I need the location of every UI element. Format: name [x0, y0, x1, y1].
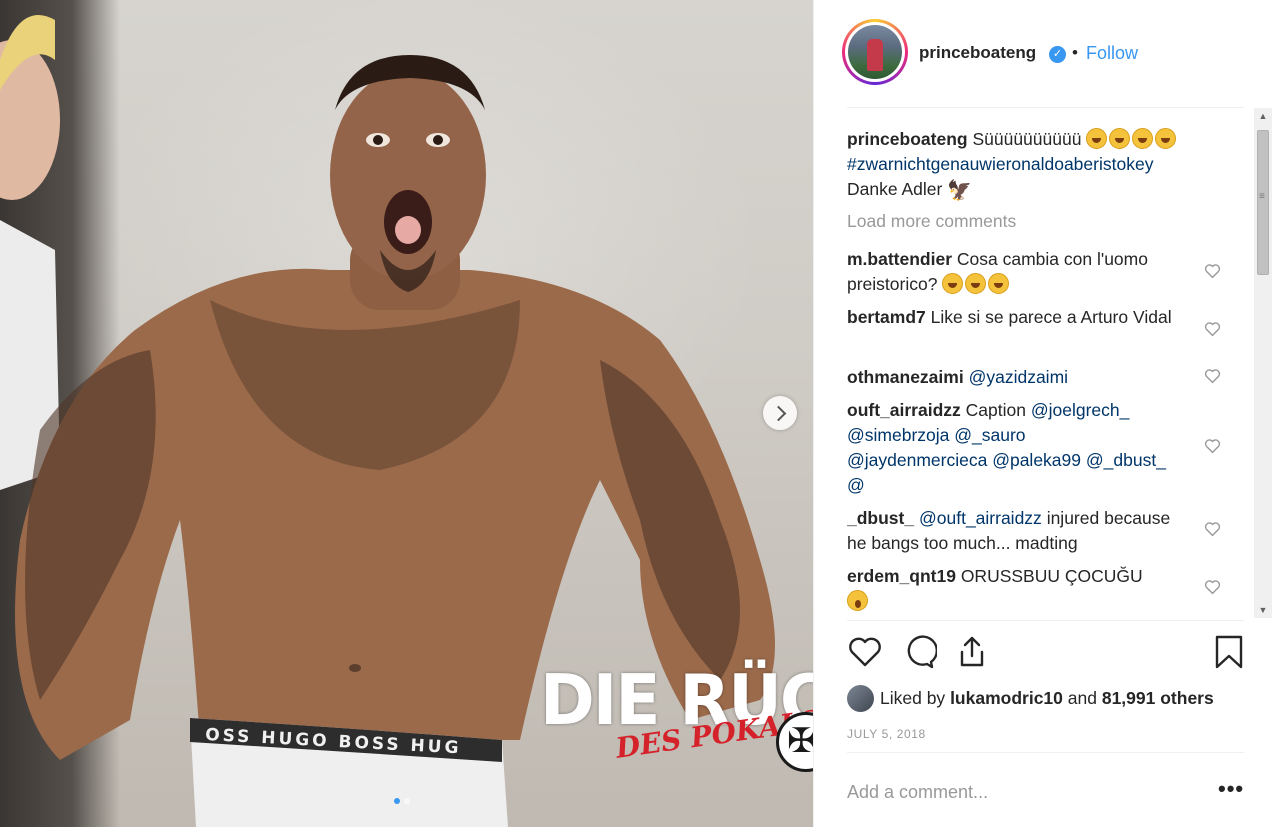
verified-badge-icon: ✓	[1049, 46, 1066, 63]
load-more-comments[interactable]: Load more comments	[847, 211, 1016, 232]
comment-username[interactable]: erdem_qnt19	[847, 566, 956, 586]
comment-username[interactable]: othmanezaimi	[847, 367, 964, 387]
comment-like-heart-icon[interactable]	[1204, 579, 1221, 595]
comment-username[interactable]: m.battendier	[847, 249, 952, 269]
navel	[349, 664, 361, 672]
post-date[interactable]: JULY 5, 2018	[847, 727, 926, 741]
caption-line3: Danke Adler	[847, 179, 943, 199]
divider	[847, 107, 1244, 108]
comment-mention[interactable]: @_dbust_	[1086, 450, 1166, 470]
comment-item: _dbust_ @ouft_airraidzz injured because …	[847, 506, 1192, 556]
carousel-dot-2	[404, 798, 410, 804]
comment-item: bertamd7 Like si se parece a Arturo Vida…	[847, 305, 1207, 330]
comment-text: Caption	[965, 400, 1026, 420]
comment-username[interactable]: ouft_airraidzz	[847, 400, 961, 420]
comment-mention[interactable]: @ouft_airraidzz	[919, 508, 1042, 528]
likes-summary: Liked by lukamodric10 and 81,991 others	[847, 683, 1214, 713]
comment-text: Like si se parece a Arturo Vidal	[930, 307, 1172, 327]
comment-like-heart-icon[interactable]	[1204, 438, 1221, 454]
caption: princeboateng Süüüüüüüüüü #zwarnichtgena…	[847, 127, 1217, 204]
share-icon[interactable]	[954, 634, 990, 670]
comment-mention[interactable]: @	[847, 475, 865, 495]
add-comment-input[interactable]	[847, 778, 1177, 806]
caption-emojis	[1086, 128, 1178, 149]
caption-username[interactable]: princeboateng	[847, 129, 968, 149]
post-header: princeboateng ✓ • Follow	[814, 0, 1280, 108]
header-separator: •	[1072, 43, 1078, 62]
scream-emoji	[847, 590, 868, 611]
more-options-icon[interactable]: •••	[1218, 776, 1244, 802]
comment-item: ouft_airraidzz Caption @joelgrech_ @sime…	[847, 398, 1197, 498]
comment-mention[interactable]: @_sauro	[954, 425, 1025, 445]
comment-like-heart-icon[interactable]	[1204, 321, 1221, 337]
comment-icon[interactable]	[901, 634, 937, 670]
comment-username[interactable]: _dbust_	[847, 508, 914, 528]
comment-mention[interactable]: @yazidzaimi	[969, 367, 1068, 387]
comment-item: m.battendier Cosa cambia con l'uomo prei…	[847, 247, 1207, 297]
comment-mention[interactable]: @jaydenmercieca	[847, 450, 987, 470]
comments-list[interactable]: princeboateng Süüüüüüüüüü #zwarnichtgena…	[847, 110, 1257, 620]
header-username[interactable]: princeboateng	[919, 43, 1036, 63]
liker-avatar[interactable]	[847, 684, 874, 712]
post-image[interactable]: OSS HUGO BOSS HUG DIE RÜCKKEH DES POKALS	[0, 0, 813, 827]
likes-middle: and	[1067, 687, 1097, 708]
comment-like-heart-icon[interactable]	[1204, 368, 1221, 384]
follow-button[interactable]: Follow	[1086, 43, 1138, 64]
carousel-indicator	[394, 798, 410, 804]
eagle-emoji: 🦅	[947, 180, 973, 202]
caption-hashtag[interactable]: #zwarnichtgenauwieronaldoaberistokey	[847, 154, 1153, 174]
action-bar	[847, 628, 1247, 678]
comment-like-heart-icon[interactable]	[1204, 521, 1221, 537]
comment-mention[interactable]: @joelgrech_	[1031, 400, 1130, 420]
likes-prefix: Liked by	[880, 687, 946, 708]
comment-emojis	[942, 273, 1011, 294]
comment-mention[interactable]: @simebrzoja	[847, 425, 949, 445]
comment-mention[interactable]: @paleka99	[992, 450, 1081, 470]
liker-username[interactable]: lukamodric10	[950, 688, 1063, 709]
comment-item: erdem_qnt19 ORUSSBUU ÇOCUĞU	[847, 564, 1207, 614]
comments-scrollbar[interactable]: ▲ ▼	[1254, 108, 1272, 618]
heart-icon[interactable]	[847, 634, 883, 670]
comment-item: othmanezaimi @yazidzaimi	[847, 365, 1207, 390]
caption-text: Süüüüüüüüüü	[972, 129, 1082, 149]
scrollbar-thumb[interactable]	[1257, 130, 1269, 275]
divider	[847, 752, 1244, 753]
scroll-down-arrow-icon[interactable]: ▼	[1254, 602, 1272, 618]
comment-text: ORUSSBUU ÇOCUĞU	[960, 566, 1143, 586]
divider	[847, 620, 1244, 621]
likes-others[interactable]: 81,991 others	[1102, 688, 1214, 709]
avatar[interactable]	[842, 19, 908, 85]
scroll-up-arrow-icon[interactable]: ▲	[1254, 108, 1272, 124]
next-slide-button[interactable]	[763, 396, 797, 430]
post-sidebar: princeboateng ✓ • Follow princeboateng S…	[813, 0, 1280, 827]
comment-like-heart-icon[interactable]	[1204, 263, 1221, 279]
comment-username[interactable]: bertamd7	[847, 307, 926, 327]
bookmark-icon[interactable]	[1211, 634, 1247, 670]
carousel-dot-1	[394, 798, 400, 804]
